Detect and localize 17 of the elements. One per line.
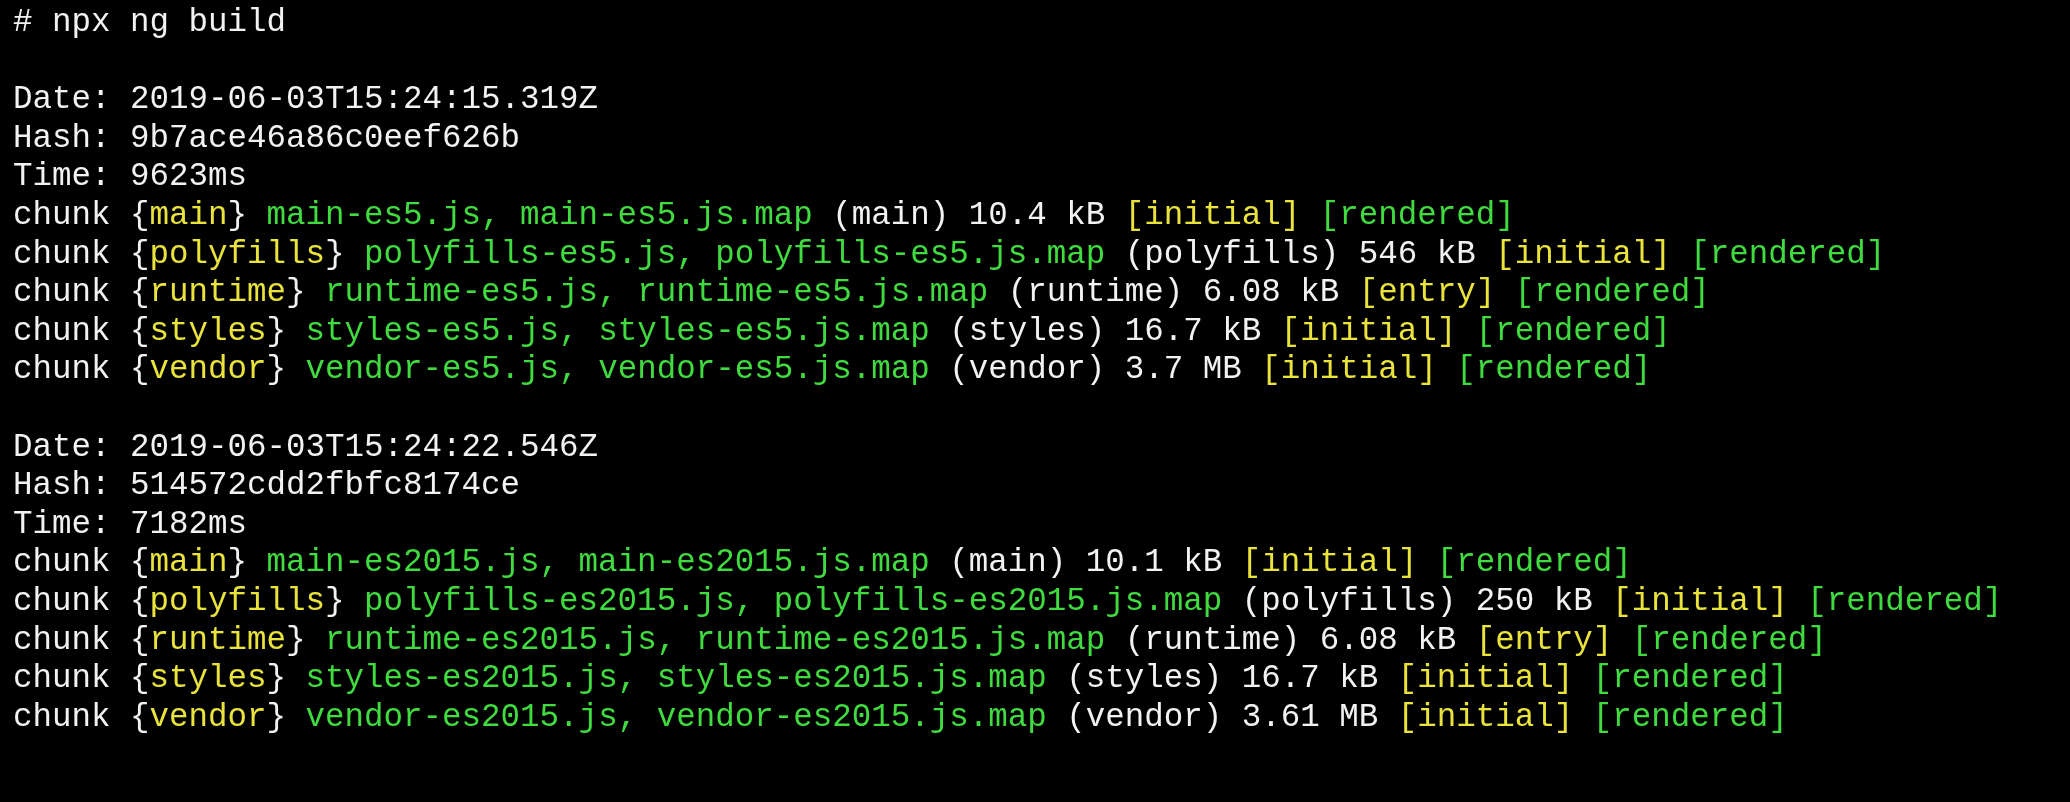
terminal-line: chunk {main} main-es2015.js, main-es2015.js.map (main) 10.1 kB [initial] [rendered] xyxy=(13,544,1632,583)
terminal-line: Time: 7182ms xyxy=(13,505,248,545)
terminal-line: chunk {vendor} vendor-es5.js, vendor-es5.js.map (vendor) 3.7 MB [initial] [rendered] xyxy=(13,351,1652,390)
terminal-line: chunk {styles} styles-es2015.js, styles-es2015.js.map (styles) 16.7 kB [initial] [rendered] xyxy=(13,660,1788,699)
terminal-line: chunk {polyfills} polyfills-es2015.js, polyfills-es2015.js.map (polyfills) 250 kB [initial] [rendered] xyxy=(13,582,2003,622)
terminal-line: chunk {runtime} runtime-es5.js, runtime-es5.js.map (runtime) 6.08 kB [entry] [rendered] xyxy=(13,274,1710,313)
terminal-line: chunk {styles} styles-es5.js, styles-es5.js.map (styles) 16.7 kB [initial] [rendered] xyxy=(13,312,1671,352)
terminal-line: chunk {runtime} runtime-es2015.js, runtime-es2015.js.map (runtime) 6.08 kB [entry] [rendered] xyxy=(13,621,1827,661)
terminal-line: Date: 2019-06-03T15:24:15.319Z xyxy=(13,81,599,120)
terminal-line: Date: 2019-06-03T15:24:22.546Z xyxy=(13,428,599,468)
terminal-line: chunk {polyfills} polyfills-es5.js, polyfills-es5.js.map (polyfills) 546 kB [initial] [rendered] xyxy=(13,235,1886,275)
terminal-line: chunk {main} main-es5.js, main-es5.js.map (main) 10.4 kB [initial] [rendered] xyxy=(13,196,1515,236)
terminal-line: Hash: 9b7ace46a86c0eef626b xyxy=(13,119,521,159)
terminal-line: # npx ng build xyxy=(13,4,287,43)
terminal-line: Hash: 514572cdd2fbfc8174ce xyxy=(13,467,521,506)
terminal-line: Time: 9623ms xyxy=(13,158,248,197)
terminal-line: chunk {vendor} vendor-es2015.js, vendor-es2015.js.map (vendor) 3.61 MB [initial] [rendered] xyxy=(13,698,1788,738)
